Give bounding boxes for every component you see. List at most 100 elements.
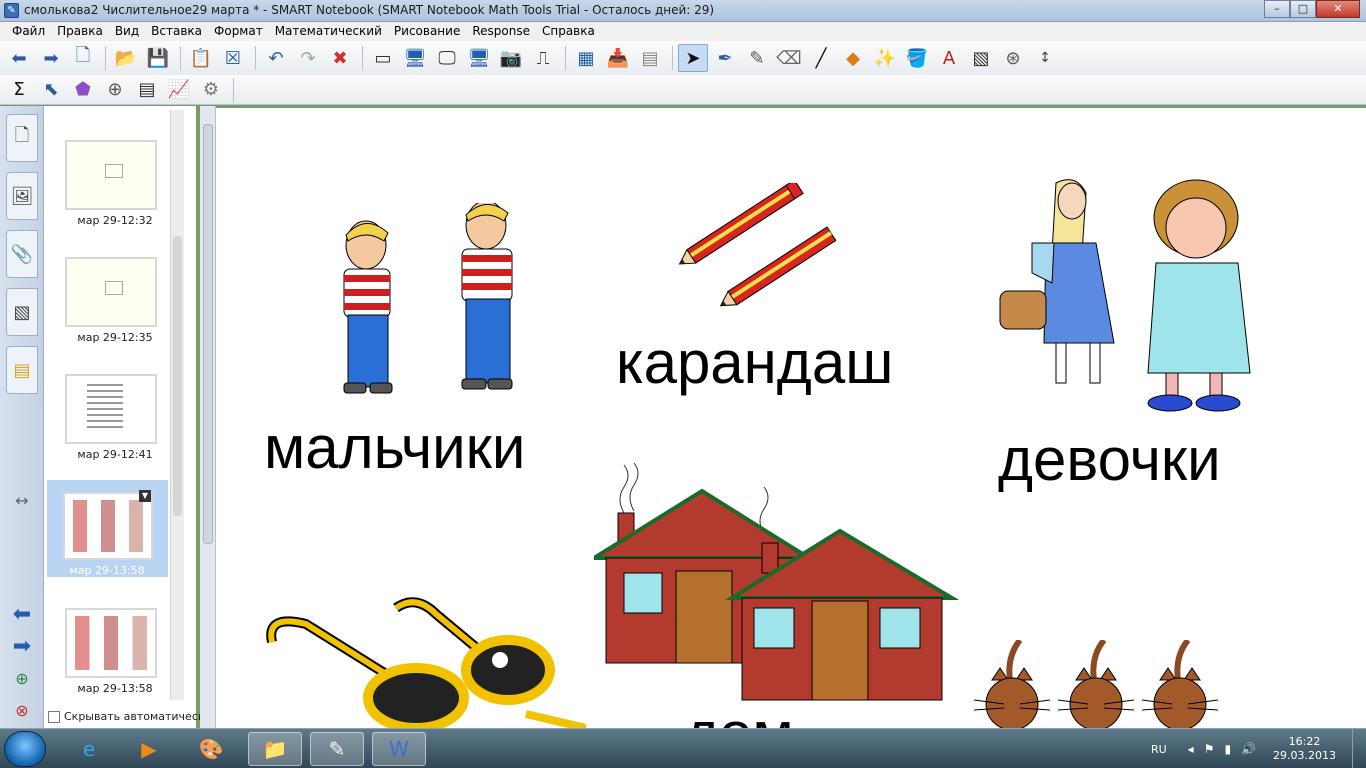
magic-pen-icon[interactable]: ✨ <box>870 44 900 72</box>
math-tools-icon[interactable]: ⚙ <box>196 76 226 104</box>
girls-picture[interactable] <box>996 173 1261 418</box>
media-player-icon[interactable]: ▶ <box>122 732 176 766</box>
add-page-icon[interactable]: ⊕ <box>8 668 36 690</box>
page-thumbnail[interactable]: 4 мар 29-12:35 <box>47 223 167 344</box>
menu-math[interactable]: Математический <box>269 22 388 41</box>
canvas-scrollbar[interactable] <box>200 106 216 728</box>
menu-format[interactable]: Формат <box>208 22 269 41</box>
attachments-tab[interactable]: 📎 <box>6 230 38 278</box>
checkbox-box[interactable] <box>48 710 60 723</box>
full-screen-icon[interactable]: 🖥 <box>400 44 430 72</box>
pencils-picture[interactable] <box>671 183 846 318</box>
maximize-button[interactable]: □ <box>1290 0 1316 18</box>
delete-icon[interactable]: ✖ <box>325 44 355 72</box>
action-center-icon[interactable]: ⚑ <box>1204 742 1215 756</box>
back-arrow-icon[interactable]: ⬅ <box>4 44 34 72</box>
next-page-icon[interactable]: ➡ <box>8 636 36 658</box>
addons-tab[interactable]: ▤ <box>6 346 38 394</box>
word-boys[interactable]: мальчики <box>264 418 525 478</box>
table-sum-icon[interactable]: ▤ <box>132 76 162 104</box>
language-indicator[interactable]: RU <box>1151 743 1167 756</box>
menu-edit[interactable]: Правка <box>51 22 109 41</box>
insert-response-icon[interactable]: 📥 <box>603 44 633 72</box>
undo-icon[interactable]: ↶ <box>261 44 291 72</box>
delete-page-icon[interactable]: ⊗ <box>8 700 36 722</box>
page-thumbnail[interactable]: 7 мар 29-13:58 <box>47 598 167 695</box>
measurement-tools-icon[interactable]: ⊕ <box>100 76 130 104</box>
thumbnail-content <box>75 616 147 670</box>
3d-shape-icon[interactable]: ⬟ <box>68 76 98 104</box>
shapes-tool-icon[interactable]: ◆ <box>838 44 868 72</box>
menu-draw[interactable]: Рисование <box>388 22 466 41</box>
explorer-folder-icon[interactable]: 📁 <box>248 732 302 766</box>
word-house[interactable]: дом <box>684 704 794 729</box>
close-button[interactable]: ✕ <box>1316 0 1360 18</box>
previous-page-icon[interactable]: ⬅ <box>8 604 36 626</box>
eraser-icon[interactable]: ⌫ <box>774 44 804 72</box>
word-icon[interactable]: W <box>372 732 426 766</box>
gallery-tab[interactable]: 🖼 <box>6 172 38 220</box>
boys-picture[interactable] <box>326 203 546 403</box>
add-page-icon[interactable]: 🗋 <box>68 44 98 72</box>
network-icon[interactable]: ▮ <box>1224 742 1231 756</box>
minimize-button[interactable]: – <box>1264 0 1290 18</box>
page-thumbnail[interactable]: 5 мар 29-12:41 <box>47 340 167 461</box>
move-toolbar-icon[interactable]: ↕ <box>1030 44 1060 72</box>
delete-page-icon[interactable]: ☒ <box>218 44 248 72</box>
menu-help[interactable]: Справка <box>536 22 601 41</box>
page-thumbnail[interactable]: 3 мар 29-12:32 <box>47 106 167 227</box>
equation-icon[interactable]: Σ <box>4 76 34 104</box>
page-sorter-tab[interactable]: 🗋 <box>6 114 38 162</box>
tray-arrow-icon[interactable]: ◂ <box>1188 742 1194 756</box>
auto-hide-checkbox[interactable]: Скрывать автоматическ <box>48 710 205 723</box>
screen-capture-icon[interactable]: 📷 <box>496 44 526 72</box>
text-tool-icon[interactable]: A <box>934 44 964 72</box>
houses-picture[interactable] <box>594 463 959 708</box>
dual-page-icon[interactable]: 🖥 <box>464 44 494 72</box>
sunglasses-picture[interactable] <box>266 594 586 728</box>
menu-file[interactable]: Файл <box>6 22 51 41</box>
forward-arrow-icon[interactable]: ➡ <box>36 44 66 72</box>
show-desktop-button[interactable] <box>1352 729 1366 768</box>
menu-view[interactable]: Вид <box>109 22 145 41</box>
thumbnail-menu-icon[interactable]: ▼ <box>139 490 151 502</box>
resize-handle-icon[interactable]: ↔ <box>8 490 36 512</box>
clock[interactable]: 16:22 29.03.2013 <box>1273 735 1336 763</box>
internet-explorer-icon[interactable]: e <box>62 732 116 766</box>
page-thumbnail-selected[interactable]: 6 ▼ мар 29-13:58 <box>47 480 168 577</box>
cats-picture[interactable] <box>964 640 1224 728</box>
word-pencil[interactable]: карандаш <box>616 333 893 393</box>
compass-icon[interactable]: ⊛ <box>998 44 1028 72</box>
cat-1 <box>973 640 1051 728</box>
properties-tab[interactable]: ▧ <box>6 288 38 336</box>
volume-icon[interactable]: 🔊 <box>1241 742 1256 756</box>
start-button[interactable] <box>4 731 46 767</box>
save-icon[interactable]: 💾 <box>143 44 173 72</box>
redo-icon[interactable]: ↷ <box>293 44 323 72</box>
scrollbar-thumb[interactable] <box>173 236 182 516</box>
sorter-scrollbar[interactable] <box>170 110 184 700</box>
pen-tool-icon[interactable]: ✒ <box>710 44 740 72</box>
notebook-page-canvas[interactable]: мальчики карандаш девочки <box>216 108 1366 728</box>
document-camera-icon[interactable]: ⎍ <box>528 44 558 72</box>
thumbnail-frame <box>63 492 153 560</box>
open-folder-icon[interactable]: 📂 <box>111 44 141 72</box>
creative-pen-icon[interactable]: ✎ <box>742 44 772 72</box>
menu-insert[interactable]: Вставка <box>145 22 208 41</box>
response-results-icon[interactable]: ▤ <box>635 44 665 72</box>
graph-icon[interactable]: 📈 <box>164 76 194 104</box>
transparent-background-icon[interactable]: 🖵 <box>432 44 462 72</box>
paint-icon[interactable]: 🎨 <box>184 732 238 766</box>
smart-notebook-taskbar-icon[interactable]: ✎ <box>310 732 364 766</box>
line-tool-icon[interactable]: ╱ <box>806 44 836 72</box>
word-girls[interactable]: девочки <box>998 430 1221 490</box>
shape-recognition-icon[interactable]: ⬉ <box>36 76 66 104</box>
insert-table-icon[interactable]: ▦ <box>571 44 601 72</box>
screen-shade-icon[interactable]: ▭ <box>368 44 398 72</box>
menu-response[interactable]: Response <box>466 22 536 41</box>
canvas-scroll-thumb[interactable] <box>203 124 213 544</box>
properties-icon[interactable]: ▧ <box>966 44 996 72</box>
select-tool-icon[interactable]: ➤ <box>678 44 708 72</box>
paste-icon[interactable]: 📋 <box>186 44 216 72</box>
fill-tool-icon[interactable]: 🪣 <box>902 44 932 72</box>
